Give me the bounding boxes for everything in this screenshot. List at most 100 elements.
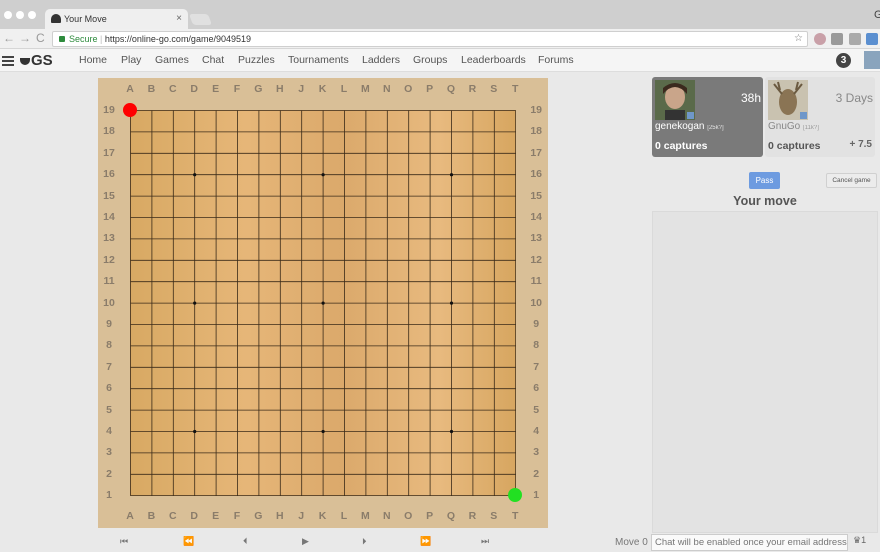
column-label: F — [233, 83, 241, 95]
tab-title: Your Move — [64, 14, 107, 24]
row-label: 13 — [103, 232, 115, 245]
address-bar[interactable]: Secure | https://online-go.com/game/9049… — [52, 31, 808, 47]
nav-chat[interactable]: Chat — [202, 54, 224, 66]
row-label: 10 — [103, 296, 115, 309]
row-label: 8 — [533, 339, 540, 352]
star-point — [449, 429, 454, 434]
row-label: 6 — [533, 382, 540, 395]
black-player-clock: 38h — [740, 91, 761, 105]
column-label: B — [147, 83, 156, 95]
column-label: S — [490, 510, 498, 523]
next-move-icon[interactable]: ⏵ — [362, 536, 366, 547]
column-label: K — [318, 510, 327, 523]
black-player-avatar[interactable] — [655, 80, 695, 120]
back-ten-icon[interactable]: ⏪ — [183, 536, 194, 547]
last-move-icon[interactable]: ⏭ — [481, 536, 489, 547]
close-window-icon[interactable] — [4, 11, 12, 19]
row-label: 18 — [103, 125, 115, 138]
nav-home[interactable]: Home — [79, 54, 107, 66]
white-player-avatar[interactable] — [768, 80, 808, 120]
row-label: 1 — [106, 489, 112, 502]
star-point — [193, 301, 197, 305]
column-label: D — [190, 83, 198, 95]
nav-puzzles[interactable]: Puzzles — [238, 54, 275, 66]
user-avatar[interactable] — [864, 51, 880, 69]
column-label: Q — [446, 83, 456, 95]
go-board-grid[interactable] — [130, 110, 516, 496]
cancel-game-button[interactable]: Cancel game — [826, 173, 877, 188]
row-label: 8 — [106, 339, 112, 352]
column-label: K — [318, 83, 327, 95]
chat-input[interactable] — [651, 534, 848, 551]
column-label: S — [490, 83, 498, 95]
row-label: 11 — [103, 275, 115, 288]
nav-tournaments[interactable]: Tournaments — [288, 54, 349, 66]
lock-icon — [59, 36, 65, 42]
column-label: M — [361, 83, 370, 95]
maximize-window-icon[interactable] — [28, 11, 36, 19]
row-label: 9 — [533, 318, 540, 330]
minimize-window-icon[interactable] — [16, 11, 24, 19]
extension-icon[interactable] — [849, 33, 861, 45]
chat-log[interactable] — [652, 211, 878, 533]
row-label: 6 — [106, 382, 112, 395]
nav-play[interactable]: Play — [121, 54, 141, 66]
extension-icon[interactable] — [831, 33, 843, 45]
nav-leaderboards[interactable]: Leaderboards — [461, 54, 526, 66]
menu-icon[interactable] — [2, 56, 14, 66]
nav-ladders[interactable]: Ladders — [362, 54, 400, 66]
column-label: R — [468, 510, 477, 523]
extension-icon[interactable] — [866, 33, 878, 45]
row-label: 15 — [530, 189, 543, 202]
star-point — [449, 301, 454, 305]
back-icon[interactable]: ← — [3, 31, 15, 45]
row-label: 11 — [530, 275, 542, 288]
column-label: T — [511, 83, 519, 95]
row-label: 18 — [530, 125, 543, 138]
bookmark-star-icon[interactable]: ☆ — [794, 32, 803, 46]
star-point — [193, 173, 197, 177]
pass-button[interactable]: Pass — [749, 172, 780, 189]
white-player-name[interactable]: GnuGo [11k?] — [768, 121, 819, 132]
row-label: 13 — [530, 232, 543, 245]
previous-move-icon[interactable]: ⏴ — [243, 536, 247, 547]
column-label: H — [276, 83, 284, 95]
column-label: J — [298, 83, 305, 95]
nav-forums[interactable]: Forums — [538, 54, 574, 66]
browser-toolbar: ← → C Secure | https://online-go.com/gam… — [0, 29, 880, 49]
row-label: 2 — [106, 467, 112, 480]
url-text: https://online-go.com/game/9049519 — [104, 34, 251, 44]
nav-games[interactable]: Games — [155, 54, 189, 66]
board-stone[interactable] — [123, 103, 137, 117]
column-label: O — [404, 510, 413, 523]
row-label: 5 — [533, 403, 540, 416]
black-player-rank: [25k?] — [707, 125, 724, 131]
reload-icon[interactable]: C — [36, 31, 45, 45]
column-label: N — [383, 510, 391, 523]
row-label: 16 — [530, 168, 543, 181]
browser-tab-active[interactable]: Your Move × — [45, 9, 188, 29]
forward-icon[interactable]: → — [19, 31, 31, 45]
browser-tabbar: Your Move × G — [0, 0, 880, 29]
tab-close-icon[interactable]: × — [176, 9, 182, 29]
users-count[interactable]: ♛1 — [853, 535, 866, 546]
notification-badge[interactable]: 3 — [836, 53, 851, 68]
column-label: E — [212, 510, 220, 523]
row-label: 14 — [530, 211, 543, 223]
site-logo[interactable]: GS — [20, 52, 53, 69]
new-tab-button[interactable] — [188, 14, 213, 25]
first-move-icon[interactable]: ⏮ — [120, 536, 128, 547]
forward-ten-icon[interactable]: ⏩ — [420, 536, 431, 547]
column-label: N — [383, 83, 391, 95]
column-label: C — [169, 510, 177, 523]
extension-icon[interactable] — [814, 33, 826, 45]
profile-letter[interactable]: G — [874, 9, 880, 21]
white-player-card: 3 Days GnuGo [11k?] 0 captures + 7.5 — [765, 77, 875, 157]
play-icon[interactable]: ▶ — [302, 536, 309, 547]
row-label: 16 — [103, 168, 115, 181]
black-player-name[interactable]: genekogan [25k?] — [655, 121, 724, 132]
column-label: F — [233, 510, 241, 523]
column-label: A — [126, 510, 134, 523]
row-label: 12 — [530, 253, 543, 266]
nav-groups[interactable]: Groups — [413, 54, 447, 66]
